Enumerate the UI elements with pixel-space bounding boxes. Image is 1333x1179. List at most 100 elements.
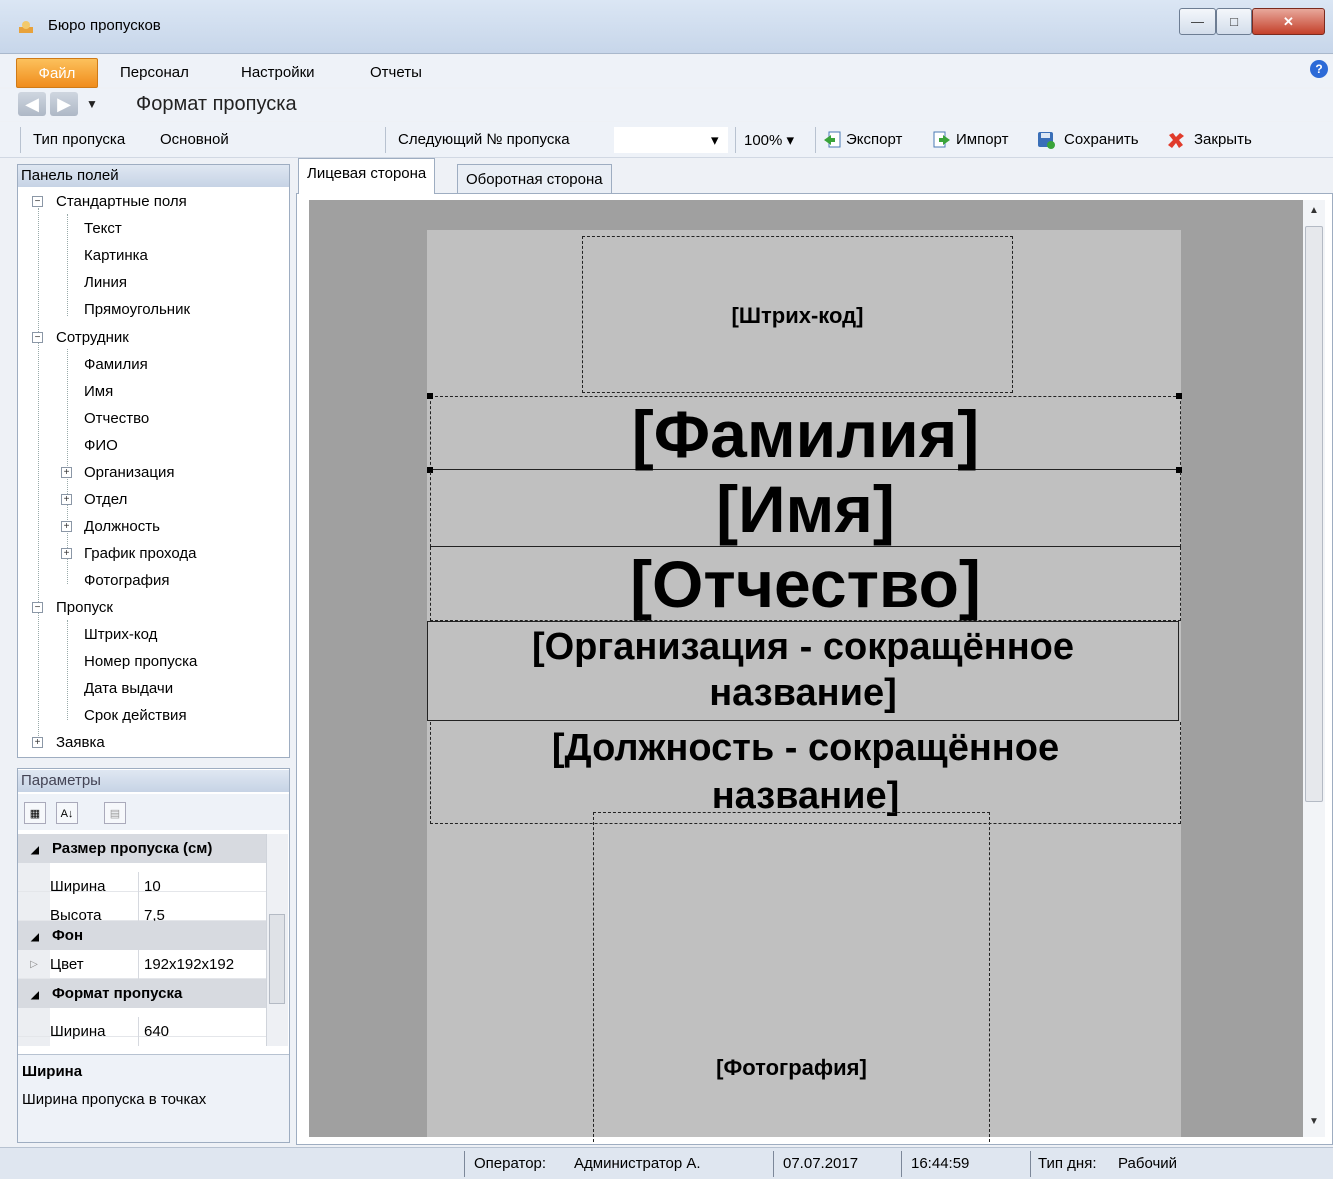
back-arrow-icon[interactable]: ◀ bbox=[18, 92, 46, 116]
tree-group-request[interactable]: Заявка bbox=[56, 729, 105, 756]
export-button[interactable]: Экспорт bbox=[846, 131, 902, 148]
tree-group-employee[interactable]: Сотрудник bbox=[56, 324, 129, 351]
forward-arrow-icon[interactable]: ▶ bbox=[50, 92, 78, 116]
day-type-label: Тип дня: bbox=[1038, 1155, 1097, 1172]
field-patronymic[interactable]: [Отчество] bbox=[430, 547, 1181, 621]
property-row-width-cm[interactable]: Ширина 10 bbox=[18, 863, 266, 901]
status-time: 16:44:59 bbox=[911, 1155, 970, 1172]
status-separator bbox=[773, 1151, 774, 1177]
tree-group-pass[interactable]: Пропуск bbox=[56, 594, 113, 621]
title-bar bbox=[0, 0, 1333, 54]
tree-expand-icon[interactable]: + bbox=[61, 548, 72, 559]
maximize-button[interactable]: □ bbox=[1216, 8, 1252, 35]
menu-settings[interactable]: Настройки bbox=[233, 61, 323, 85]
selection-handle[interactable] bbox=[1176, 393, 1182, 399]
tree-item-organization[interactable]: Организация bbox=[84, 459, 174, 486]
field-organization[interactable]: [Организация - сокращённое название] bbox=[427, 621, 1179, 721]
expand-property-icon[interactable]: ▷ bbox=[18, 950, 50, 978]
tree-item-schedule[interactable]: График прохода bbox=[84, 540, 197, 567]
menu-reports[interactable]: Отчеты bbox=[362, 61, 430, 85]
tree-expand-icon[interactable]: + bbox=[32, 737, 43, 748]
close-window-button[interactable]: ✕ bbox=[1252, 8, 1325, 35]
help-icon[interactable]: ? bbox=[1310, 60, 1328, 78]
tree-item-position[interactable]: Должность bbox=[84, 513, 160, 540]
property-category-background[interactable]: ◢ Фон bbox=[18, 921, 266, 950]
tree-item-fullname[interactable]: ФИО bbox=[84, 432, 118, 459]
tree-group-standard[interactable]: Стандартные поля bbox=[56, 188, 187, 215]
import-icon bbox=[932, 130, 952, 150]
parameters-panel-title: Параметры bbox=[18, 770, 289, 792]
field-barcode[interactable]: [Штрих-код] bbox=[582, 236, 1013, 393]
field-photo[interactable]: [Фотография] bbox=[593, 812, 990, 1142]
property-row-width-px[interactable]: Ширина 640 bbox=[18, 1008, 266, 1046]
description-title: Ширина bbox=[22, 1063, 83, 1080]
property-row-color[interactable]: ▷ Цвет 192x192x192 bbox=[18, 950, 266, 979]
categorized-view-icon[interactable]: ▦ bbox=[24, 802, 46, 824]
tab-front-side[interactable]: Лицевая сторона bbox=[298, 158, 436, 194]
close-button[interactable]: Закрыть bbox=[1194, 131, 1252, 148]
fields-panel-title: Панель полей bbox=[18, 165, 289, 187]
tree-item-picture[interactable]: Картинка bbox=[84, 242, 148, 269]
field-name[interactable]: [Имя] bbox=[430, 472, 1181, 547]
tree-item-patronymic[interactable]: Отчество bbox=[84, 405, 149, 432]
description-text: Ширина пропуска в точках bbox=[22, 1091, 207, 1108]
property-row-height-cm[interactable]: Высота 7,5 bbox=[18, 892, 266, 930]
status-separator bbox=[901, 1151, 902, 1177]
tree-collapse-icon[interactable]: − bbox=[32, 196, 43, 207]
property-category-label: Формат пропуска bbox=[52, 985, 183, 1002]
field-surname[interactable]: [Фамилия] bbox=[430, 396, 1181, 471]
status-separator bbox=[464, 1151, 465, 1177]
tree-collapse-icon[interactable]: − bbox=[32, 332, 43, 343]
menu-file[interactable]: Файл bbox=[16, 58, 98, 88]
property-grid-scrollbar[interactable] bbox=[266, 834, 288, 1046]
zoom-dropdown[interactable]: 100% ▾ bbox=[744, 131, 794, 149]
tree-item-barcode[interactable]: Штрих-код bbox=[84, 621, 157, 648]
minimize-button[interactable]: — bbox=[1179, 8, 1216, 35]
scrollbar-thumb[interactable] bbox=[1305, 226, 1323, 802]
tree-collapse-icon[interactable]: − bbox=[32, 602, 43, 613]
tree-expand-icon[interactable]: + bbox=[61, 467, 72, 478]
tree-item-text[interactable]: Текст bbox=[84, 215, 122, 242]
property-category-size[interactable]: ◢ Размер пропуска (см) bbox=[18, 834, 266, 863]
field-position[interactable]: [Должность - сокращённое название] bbox=[430, 722, 1181, 824]
history-dropdown-icon[interactable]: ▼ bbox=[84, 94, 100, 114]
tree-item-issue-date[interactable]: Дата выдачи bbox=[84, 675, 173, 702]
import-button[interactable]: Импорт bbox=[956, 131, 1008, 148]
tree-item-photo[interactable]: Фотография bbox=[84, 567, 169, 594]
property-category-pass-format[interactable]: ◢ Формат пропуска bbox=[18, 979, 266, 1008]
toolbar-separator bbox=[735, 127, 736, 153]
tree-item-pass-number[interactable]: Номер пропуска bbox=[84, 648, 197, 675]
alphabetical-sort-icon[interactable]: A↓ bbox=[56, 802, 78, 824]
tree-item-line[interactable]: Линия bbox=[84, 269, 127, 296]
menu-staff[interactable]: Персонал bbox=[112, 61, 197, 85]
window-title: Бюро пропусков bbox=[48, 17, 161, 34]
tree-item-name[interactable]: Имя bbox=[84, 378, 113, 405]
collapse-category-icon[interactable]: ◢ bbox=[18, 923, 52, 952]
save-button[interactable]: Сохранить bbox=[1064, 131, 1139, 148]
scrollbar-thumb[interactable] bbox=[269, 914, 285, 1004]
property-row-height-px[interactable]: В480 bbox=[18, 1037, 266, 1046]
scroll-down-arrow-icon[interactable]: ▼ bbox=[1309, 1116, 1319, 1127]
tree-guide-line bbox=[67, 620, 68, 720]
tree-item-validity[interactable]: Срок действия bbox=[84, 702, 187, 729]
scroll-up-arrow-icon[interactable]: ▲ bbox=[1309, 205, 1319, 216]
tree-expand-icon[interactable]: + bbox=[61, 521, 72, 532]
tree-guide-line bbox=[67, 214, 68, 316]
property-pages-icon[interactable]: ▤ bbox=[104, 802, 126, 824]
operator-value: Администратор А. bbox=[574, 1155, 701, 1172]
tree-item-department[interactable]: Отдел bbox=[84, 486, 127, 513]
tree-item-surname[interactable]: Фамилия bbox=[84, 351, 148, 378]
save-icon bbox=[1036, 130, 1056, 150]
pass-type-label: Тип пропуска bbox=[33, 131, 126, 148]
pass-type-select[interactable]: Основной bbox=[160, 131, 380, 148]
tab-back-side[interactable]: Оборотная сторона bbox=[457, 164, 612, 194]
tree-item-rectangle[interactable]: Прямоугольник bbox=[84, 296, 190, 323]
next-number-dropdown-icon[interactable]: ▾ bbox=[711, 131, 719, 149]
collapse-category-icon[interactable]: ◢ bbox=[18, 981, 52, 1010]
property-value[interactable]: 192x192x192 bbox=[139, 956, 234, 973]
tree-expand-icon[interactable]: + bbox=[61, 494, 72, 505]
collapse-category-icon[interactable]: ◢ bbox=[18, 836, 52, 865]
selection-handle[interactable] bbox=[427, 393, 433, 399]
property-name: Цвет bbox=[50, 950, 139, 979]
toolbar-grip bbox=[20, 127, 21, 153]
